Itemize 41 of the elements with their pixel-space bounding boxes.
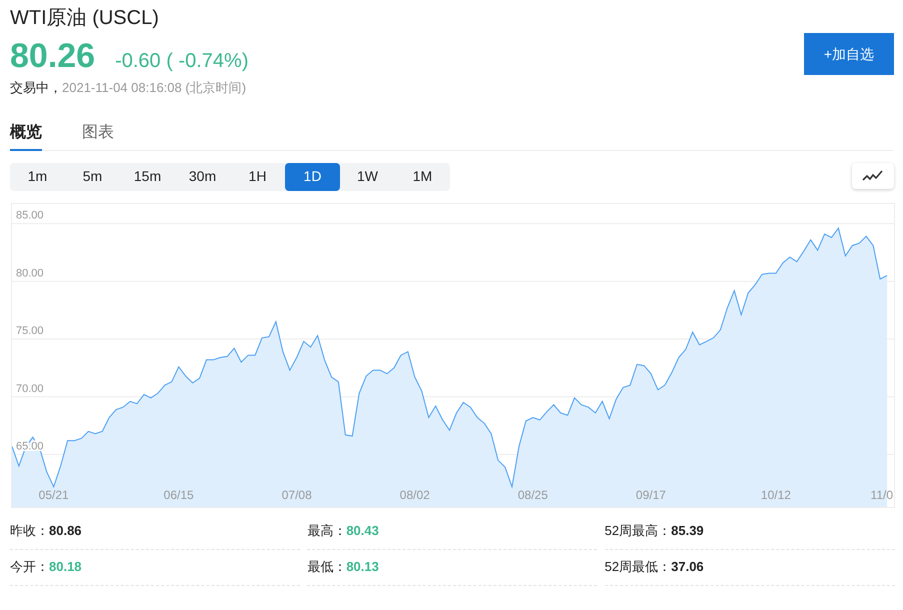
x-axis-label: 06/15 bbox=[164, 488, 194, 502]
stat-value: 80.13 bbox=[346, 558, 379, 576]
period-button[interactable]: 1H bbox=[230, 162, 285, 190]
y-axis-label: 85.00 bbox=[16, 209, 44, 222]
y-axis-label: 70.00 bbox=[16, 382, 44, 394]
price-change: -0.60 ( -0.74%) bbox=[115, 49, 248, 74]
stat-value: 85.39 bbox=[671, 522, 704, 540]
timestamp: 2021-11-04 08:16:08 (北京时间) bbox=[62, 79, 246, 97]
stat-value: 80.86 bbox=[49, 522, 82, 540]
stat-label: 今开： bbox=[10, 558, 49, 576]
y-axis-label: 80.00 bbox=[16, 266, 44, 279]
trading-status: 交易中， bbox=[10, 79, 62, 97]
x-axis-label: 09/17 bbox=[636, 488, 666, 502]
price-value: 80.26 bbox=[10, 36, 96, 76]
stat-label: 昨收： bbox=[10, 522, 49, 540]
stat-label: 52周最高： bbox=[604, 522, 672, 540]
stat-value: 80.43 bbox=[346, 522, 379, 540]
tab[interactable]: 概览 bbox=[10, 116, 42, 150]
line-chart-icon bbox=[862, 168, 884, 182]
stat-value: 37.06 bbox=[671, 558, 704, 576]
y-axis-label: 75.00 bbox=[16, 324, 44, 337]
period-button[interactable]: 5m bbox=[65, 162, 120, 190]
x-axis-label: 08/02 bbox=[400, 488, 430, 502]
instrument-title: WTI原油 (USCL) bbox=[10, 6, 160, 30]
x-axis-label: 11/0 bbox=[870, 488, 893, 502]
x-axis-label: 10/12 bbox=[760, 488, 791, 502]
period-button[interactable]: 1D bbox=[285, 162, 340, 190]
period-button[interactable]: 1W bbox=[340, 162, 395, 190]
stat-label: 52周最低： bbox=[604, 558, 672, 576]
stat-label: 最低： bbox=[307, 558, 346, 576]
stat-label: 最高： bbox=[307, 522, 346, 540]
x-axis-label: 08/25 bbox=[518, 488, 548, 502]
x-axis-label: 05/21 bbox=[38, 488, 69, 502]
stat-value: 80.18 bbox=[49, 558, 82, 576]
add-watchlist-button[interactable]: +加自选 bbox=[804, 33, 894, 75]
x-axis-label: 07/08 bbox=[282, 488, 312, 502]
period-button[interactable]: 1m bbox=[10, 162, 65, 190]
period-button[interactable]: 30m bbox=[175, 162, 230, 190]
period-button[interactable]: 1M bbox=[395, 162, 450, 190]
tab[interactable]: 图表 bbox=[82, 116, 114, 150]
period-button[interactable]: 15m bbox=[120, 162, 175, 190]
